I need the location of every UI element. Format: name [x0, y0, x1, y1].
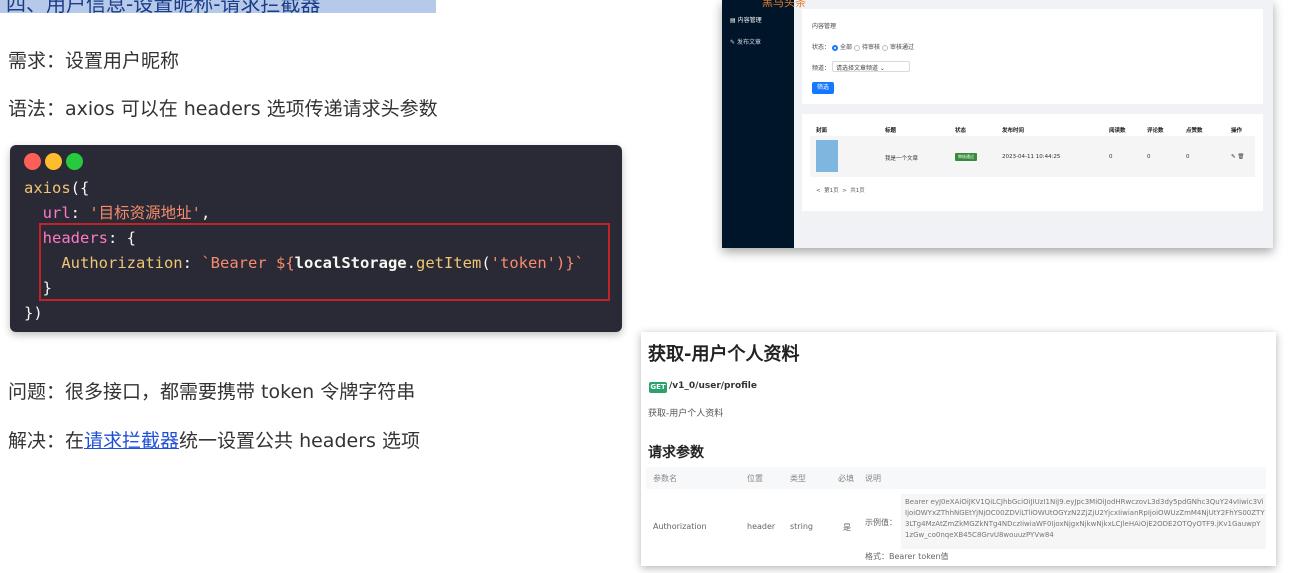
pagination: < 第1页 > 共1页	[816, 188, 865, 194]
example-token: Bearer eyJ0eXAiOiJKV1QiLCJhbGciOiJIUzI1N…	[905, 498, 1265, 539]
solution-suffix: 统一设置公共 headers 选项	[179, 430, 420, 452]
table-header: 封面 标题 状态 发布时间 阅读数 评论数 点赞数 操作	[816, 128, 1243, 134]
syntax-line: 语法：axios 可以在 headers 选项传递请求头参数	[8, 98, 438, 120]
channel-label: 频道：	[812, 65, 831, 72]
admin-screenshot: 黑马头条 ▤ 内容管理 ✎ 发布文章 内容管理 状态： 全部 待审核 审核通过 频道：…	[722, 0, 1273, 248]
card-title: 内容管理	[812, 23, 837, 30]
section-heading: 四、用户信息-设置昵称-请求拦截器	[0, 0, 436, 13]
request-interceptor-link[interactable]: 请求拦截器	[84, 430, 179, 452]
params-table-row: Authorization header string 是 示例值： Beare…	[646, 490, 1266, 566]
admin-sidebar: 黑马头条 ▤ 内容管理 ✎ 发布文章	[722, 0, 806, 248]
radio-all[interactable]	[832, 44, 839, 51]
maximize-dot-icon	[66, 153, 83, 170]
solution-line: 解决：在请求拦截器统一设置公共 headers 选项	[8, 426, 420, 453]
nav-item-publish[interactable]: ✎ 发布文章	[730, 37, 761, 46]
minimize-dot-icon	[45, 153, 62, 170]
status-badge: 审核通过	[955, 153, 977, 161]
code-block: axios({ url: '目标资源地址', headers: { Author…	[10, 145, 622, 332]
edit-delete-icons[interactable]: ✎ 🗑	[1231, 154, 1244, 160]
radio-pending[interactable]	[854, 44, 861, 51]
filter-button[interactable]: 筛选	[812, 82, 834, 94]
channel-select[interactable]: 请选择文章频道 ⌄	[832, 61, 910, 72]
request-params-heading: 请求参数	[648, 445, 704, 461]
filter-card	[802, 9, 1263, 104]
section-heading-text: 四、用户信息-设置昵称-请求拦截器	[6, 0, 321, 13]
problem-line: 问题：很多接口，都需要携带 token 令牌字符串	[8, 381, 416, 403]
format-text: 格式：Bearer token值	[865, 552, 949, 561]
admin-logo: 黑马头条	[762, 0, 806, 9]
window-controls	[24, 153, 83, 170]
demand-line: 需求：设置用户昵称	[8, 50, 180, 72]
api-description: 获取-用户个人资料	[648, 409, 724, 419]
status-filter: 状态： 全部 待审核 审核通过	[812, 44, 915, 51]
radio-approved[interactable]	[882, 44, 889, 51]
nav-item-content[interactable]: ▤ 内容管理	[730, 15, 762, 24]
api-endpoint: /v1_0/user/profile	[669, 381, 757, 391]
params-table-header: 参数名 位置 类型 必填 说明	[646, 467, 1266, 489]
table-row: 我是一个文章 审核通过 2023-04-11 10:44:25 0 0 0 ✎ …	[810, 136, 1255, 177]
close-dot-icon	[24, 153, 41, 170]
article-cover	[816, 140, 838, 172]
solution-prefix: 解决：在	[8, 430, 85, 452]
next-page-button[interactable]: >	[842, 188, 847, 194]
method-badge: GET	[649, 382, 667, 393]
api-title: 获取-用户个人资料	[648, 344, 800, 365]
prev-page-button[interactable]: <	[816, 188, 821, 194]
headers-highlight-box	[39, 223, 610, 301]
api-doc: 获取-用户个人资料 GET /v1_0/user/profile 获取-用户个人…	[641, 332, 1276, 566]
example-value-box: Bearer eyJ0eXAiOiJKV1QiLCJhbGciOiJIUzI1N…	[901, 494, 1266, 549]
